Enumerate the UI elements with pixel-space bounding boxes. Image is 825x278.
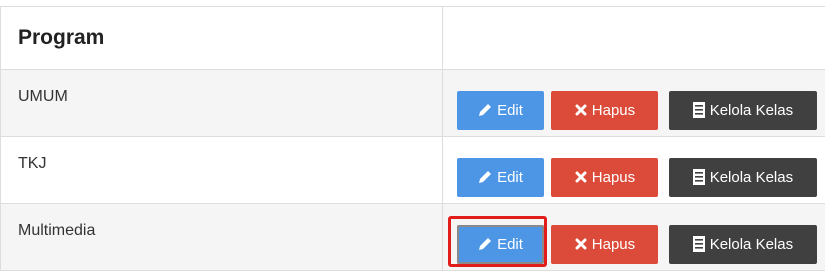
kelola-kelas-button[interactable]: Kelola Kelas [668,157,817,197]
kelola-kelas-button[interactable]: Kelola Kelas [668,90,817,130]
hapus-button[interactable]: Hapus [551,90,659,130]
actions-cell: Edit Hapus Kelola Kelas [442,203,825,271]
kelola-kelas-button[interactable]: Kelola Kelas [668,224,817,264]
pencil-icon [478,237,492,251]
hapus-button-label: Hapus [591,168,636,186]
program-name-cell: Multimedia [0,203,443,271]
pencil-icon [478,103,492,117]
edit-button-label: Edit [497,235,523,253]
edit-button-label: Edit [497,101,523,119]
x-icon [575,104,587,116]
program-table: Program UMUM Edit Hapus Kelola Kelas TKJ… [0,6,825,271]
program-table-container: Program UMUM Edit Hapus Kelola Kelas TKJ… [0,6,825,278]
table-header-row: Program [0,6,825,70]
kelola-kelas-button-label: Kelola Kelas [709,168,794,186]
x-icon [575,171,587,183]
hapus-button-label: Hapus [591,101,636,119]
column-header-actions [442,6,825,70]
table-row: UMUM Edit Hapus Kelola Kelas [0,69,825,137]
column-header-program: Program [0,6,443,70]
hapus-button-label: Hapus [591,235,636,253]
list-document-icon [692,236,705,252]
actions-cell: Edit Hapus Kelola Kelas [442,136,825,204]
edit-button-label: Edit [497,168,523,186]
hapus-button[interactable]: Hapus [551,224,659,264]
program-name-cell: UMUM [0,69,443,137]
program-name-cell: TKJ [0,136,443,204]
kelola-kelas-button-label: Kelola Kelas [709,235,794,253]
actions-cell: Edit Hapus Kelola Kelas [442,69,825,137]
kelola-kelas-button-label: Kelola Kelas [709,101,794,119]
pencil-icon [478,170,492,184]
edit-button-highlighted[interactable]: Edit [457,224,544,264]
list-document-icon [692,169,705,185]
x-icon [575,238,587,250]
highlight-wrapper: Edit [448,211,547,267]
edit-button[interactable]: Edit [457,90,544,130]
list-document-icon [692,102,705,118]
table-row: TKJ Edit Hapus Kelola Kelas [0,136,825,204]
hapus-button[interactable]: Hapus [551,157,659,197]
table-row: Multimedia Edit Hapus Kelola Kelas [0,203,825,271]
edit-button[interactable]: Edit [457,157,544,197]
